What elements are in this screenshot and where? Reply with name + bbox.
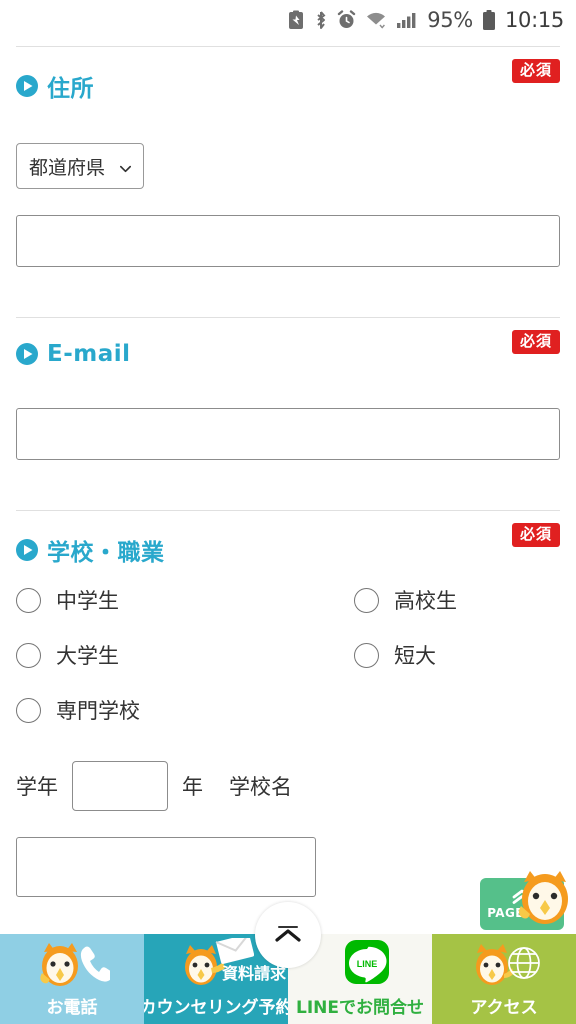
nav-label-line: LINEでお問合せ <box>296 998 424 1018</box>
battery-icon <box>482 9 496 31</box>
battery-saver-icon <box>287 10 305 30</box>
grade-unit-label: 年 <box>182 775 203 799</box>
play-triangle-icon <box>16 75 38 97</box>
radio-label: 中学生 <box>56 589 119 613</box>
radio-label: 大学生 <box>56 644 119 668</box>
radio-label: 高校生 <box>394 589 457 613</box>
play-triangle-icon <box>16 343 38 365</box>
chevron-down-icon <box>118 159 133 174</box>
scroll-to-top-fab[interactable] <box>255 902 321 968</box>
address-input[interactable] <box>16 215 560 267</box>
prefecture-field-row: 都道府県 <box>0 107 576 267</box>
section-header-address: 住所 必須 <box>0 47 576 107</box>
radio-option-junior-college[interactable]: 短大 <box>288 640 560 670</box>
form-content: 住所 必須 都道府県 E-mail 必須 学校・職業 必須 中学生 高校生 大学… <box>0 40 576 1024</box>
radio-circle-icon <box>16 697 41 723</box>
section-header-email: E-mail 必須 <box>0 318 576 372</box>
wifi-icon <box>365 10 387 30</box>
required-badge-address: 必須 <box>511 59 560 83</box>
nav-label-counseling: カウンセリング予約 <box>144 998 288 1018</box>
play-triangle-icon <box>16 539 38 561</box>
nav-item-phone[interactable]: お電話 <box>0 934 144 1024</box>
owl-mascot <box>514 866 576 928</box>
required-badge-email: 必須 <box>511 330 560 354</box>
signal-icon <box>396 10 418 30</box>
required-badge-school: 必須 <box>511 523 560 547</box>
alarm-icon <box>337 10 356 30</box>
mobile-form-screen: 95% 10:15 住所 必須 都道府県 E-mail 必須 学校・職業 必須 … <box>0 0 576 1024</box>
owl-globe-icon <box>466 938 542 994</box>
section-header-school: 学校・職業 必須 <box>0 511 576 571</box>
section-title-school: 学校・職業 <box>47 540 165 566</box>
radio-option-junior-high[interactable]: 中学生 <box>16 585 288 615</box>
radio-option-vocational-school[interactable]: 専門学校 <box>16 695 288 725</box>
radio-circle-icon <box>354 587 379 613</box>
chevron-up-icon <box>271 918 305 952</box>
radio-label: 専門学校 <box>56 699 140 723</box>
grade-label: 学年 <box>16 775 58 799</box>
clock-label: 10:15 <box>504 8 564 32</box>
radio-circle-icon <box>354 642 379 668</box>
email-input[interactable] <box>16 408 560 460</box>
status-bar: 95% 10:15 <box>0 0 576 40</box>
battery-percent-label: 95% <box>427 8 473 32</box>
nav-label-phone: お電話 <box>46 998 98 1018</box>
radio-option-high-school[interactable]: 高校生 <box>288 585 560 615</box>
prefecture-select[interactable]: 都道府県 <box>16 143 144 189</box>
grade-row: 学年 年 学校名 <box>0 725 576 811</box>
radio-option-university[interactable]: 大学生 <box>16 640 288 670</box>
nav-label-access: アクセス <box>470 998 538 1018</box>
school-radio-group: 中学生 高校生 大学生 短大 専門学校 <box>0 571 576 725</box>
bluetooth-icon <box>314 10 328 30</box>
radio-circle-icon <box>16 642 41 668</box>
school-name-input[interactable] <box>16 837 316 897</box>
line-icon: LINE <box>322 938 398 994</box>
grade-input[interactable] <box>72 761 168 811</box>
email-field-row <box>0 372 576 460</box>
prefecture-select-value: 都道府県 <box>29 156 106 179</box>
section-title-email: E-mail <box>47 341 131 367</box>
section-title-address: 住所 <box>47 76 94 102</box>
svg-text:LINE: LINE <box>357 959 378 969</box>
radio-circle-icon <box>16 587 41 613</box>
owl-phone-icon <box>34 938 114 994</box>
school-name-label: 学校名 <box>229 775 292 799</box>
radio-label: 短大 <box>394 644 436 668</box>
nav-item-access[interactable]: アクセス <box>432 934 576 1024</box>
